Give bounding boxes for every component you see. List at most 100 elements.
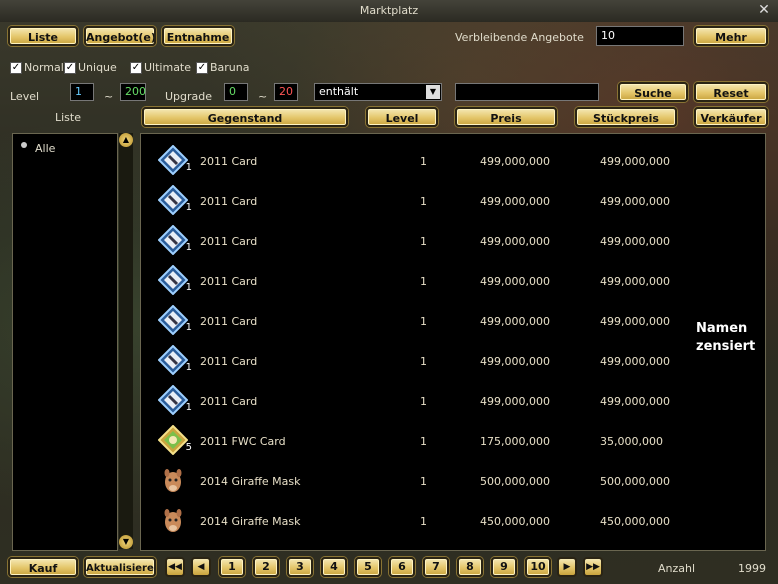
category-list-header: Liste	[55, 111, 81, 124]
unique-checkbox[interactable]: ✓	[64, 62, 76, 74]
search-button[interactable]: Suche	[618, 82, 688, 102]
next-page-icon[interactable]: ▶	[557, 557, 577, 577]
item-quantity: 1	[185, 322, 192, 333]
normal-label: Normal	[24, 61, 64, 74]
page-button-9[interactable]: 9	[491, 557, 517, 577]
category-panel: Alle	[12, 133, 118, 551]
tab-angebot[interactable]: Angebot(e)	[84, 26, 156, 46]
table-row[interactable]: 1 2011 Card 1 499,000,000 499,000,000	[150, 141, 750, 181]
level-max-input[interactable]: 200	[120, 83, 146, 101]
page-button-8[interactable]: 8	[457, 557, 483, 577]
item-price: 499,000,000	[480, 395, 550, 408]
column-verkaeufer[interactable]: Verkäufer	[694, 107, 768, 127]
chevron-down-icon[interactable]: ▼	[426, 85, 440, 99]
level-min-input[interactable]: 1	[70, 83, 94, 101]
item-level: 1	[420, 395, 427, 408]
upgrade-min-input[interactable]: 0	[224, 83, 248, 101]
table-row[interactable]: 1 2011 Card 1 499,000,000 499,000,000	[150, 341, 750, 381]
card-icon: 1	[157, 264, 192, 296]
item-price: 499,000,000	[480, 275, 550, 288]
item-price: 499,000,000	[480, 315, 550, 328]
item-unit-price: 499,000,000	[600, 275, 670, 288]
card-icon: 1	[157, 144, 192, 176]
item-level: 1	[420, 195, 427, 208]
tab-liste[interactable]: Liste	[8, 26, 78, 46]
item-quantity: 1	[185, 202, 192, 213]
table-row[interactable]: 2014 Giraffe Mask 1 450,000,000 450,000,000	[150, 501, 750, 541]
item-level: 1	[420, 275, 427, 288]
close-icon[interactable]: ✕	[756, 2, 772, 18]
item-name: 2011 Card	[200, 195, 258, 208]
page-button-3[interactable]: 3	[287, 557, 313, 577]
first-page-icon[interactable]: ◀◀	[165, 557, 185, 577]
item-name: 2014 Giraffe Mask	[200, 475, 301, 488]
table-row[interactable]: 1 2011 Card 1 499,000,000 499,000,000	[150, 221, 750, 261]
item-level: 1	[420, 155, 427, 168]
column-level[interactable]: Level	[366, 107, 438, 127]
offers-remaining-field: 10	[596, 26, 684, 46]
page-button-1[interactable]: 1	[219, 557, 245, 577]
category-item-alle[interactable]: Alle	[35, 142, 55, 155]
match-mode-value: enthält	[319, 85, 359, 98]
item-level: 1	[420, 435, 427, 448]
item-price: 499,000,000	[480, 355, 550, 368]
table-row[interactable]: 1 2011 Card 1 499,000,000 499,000,000	[150, 301, 750, 341]
mehr-button[interactable]: Mehr	[694, 26, 768, 46]
item-unit-price: 35,000,000	[600, 435, 663, 448]
level-filter-label: Level	[10, 90, 40, 103]
match-mode-select[interactable]: enthält ▼	[314, 83, 442, 101]
unique-label: Unique	[78, 61, 117, 74]
item-unit-price: 450,000,000	[600, 515, 670, 528]
item-level: 1	[420, 235, 427, 248]
table-row[interactable]: 1 2011 Card 1 499,000,000 499,000,000	[150, 381, 750, 421]
ultimate-label: Ultimate	[144, 61, 192, 74]
item-name: 2011 Card	[200, 275, 258, 288]
ultimate-checkbox[interactable]: ✓	[130, 62, 142, 74]
upgrade-max-input[interactable]: 20	[274, 83, 298, 101]
scroll-down-icon[interactable]: ▼	[119, 535, 133, 549]
page-button-6[interactable]: 6	[389, 557, 415, 577]
search-input[interactable]	[455, 83, 599, 101]
normal-checkbox[interactable]: ✓	[10, 62, 22, 74]
table-row[interactable]: 1 2011 Card 1 499,000,000 499,000,000	[150, 261, 750, 301]
item-quantity: 1	[185, 282, 192, 293]
anzahl-label: Anzahl	[658, 562, 696, 575]
offers-remaining-label: Verbleibende Angebote	[455, 31, 584, 44]
last-page-icon[interactable]: ▶▶	[583, 557, 603, 577]
table-row[interactable]: 5 2011 FWC Card 1 175,000,000 35,000,000	[150, 421, 750, 461]
item-price: 499,000,000	[480, 235, 550, 248]
item-unit-price: 499,000,000	[600, 195, 670, 208]
prev-page-icon[interactable]: ◀	[191, 557, 211, 577]
table-row[interactable]: 1 2011 Card 1 499,000,000 499,000,000	[150, 181, 750, 221]
aktualisieren-button[interactable]: Aktualisieren	[84, 557, 156, 577]
page-button-7[interactable]: 7	[423, 557, 449, 577]
baruna-label: Baruna	[210, 61, 250, 74]
reset-button[interactable]: Reset	[694, 82, 768, 102]
column-preis[interactable]: Preis	[455, 107, 557, 127]
page-button-10[interactable]: 10	[525, 557, 551, 577]
item-name: 2011 Card	[200, 355, 258, 368]
kauf-button[interactable]: Kauf	[8, 557, 78, 577]
card-icon: 1	[157, 384, 192, 416]
page-button-4[interactable]: 4	[321, 557, 347, 577]
item-name: 2011 Card	[200, 155, 258, 168]
card-icon: 1	[157, 184, 192, 216]
item-quantity: 5	[185, 442, 192, 453]
item-price: 175,000,000	[480, 435, 550, 448]
item-price: 499,000,000	[480, 155, 550, 168]
item-name: 2011 Card	[200, 235, 258, 248]
scroll-up-icon[interactable]: ▲	[119, 133, 133, 147]
column-gegenstand[interactable]: Gegenstand	[142, 107, 348, 127]
item-unit-price: 499,000,000	[600, 355, 670, 368]
item-level: 1	[420, 515, 427, 528]
scrollbar[interactable]: ▲ ▼	[119, 133, 133, 549]
table-row[interactable]: 2014 Giraffe Mask 1 500,000,000 500,000,000	[150, 461, 750, 501]
level-tilde: ~	[104, 90, 114, 103]
page-button-5[interactable]: 5	[355, 557, 381, 577]
item-quantity: 1	[185, 242, 192, 253]
page-button-2[interactable]: 2	[253, 557, 279, 577]
item-name: 2011 Card	[200, 315, 258, 328]
column-stueckpreis[interactable]: Stückpreis	[575, 107, 677, 127]
baruna-checkbox[interactable]: ✓	[196, 62, 208, 74]
tab-entnahme[interactable]: Entnahme	[162, 26, 234, 46]
